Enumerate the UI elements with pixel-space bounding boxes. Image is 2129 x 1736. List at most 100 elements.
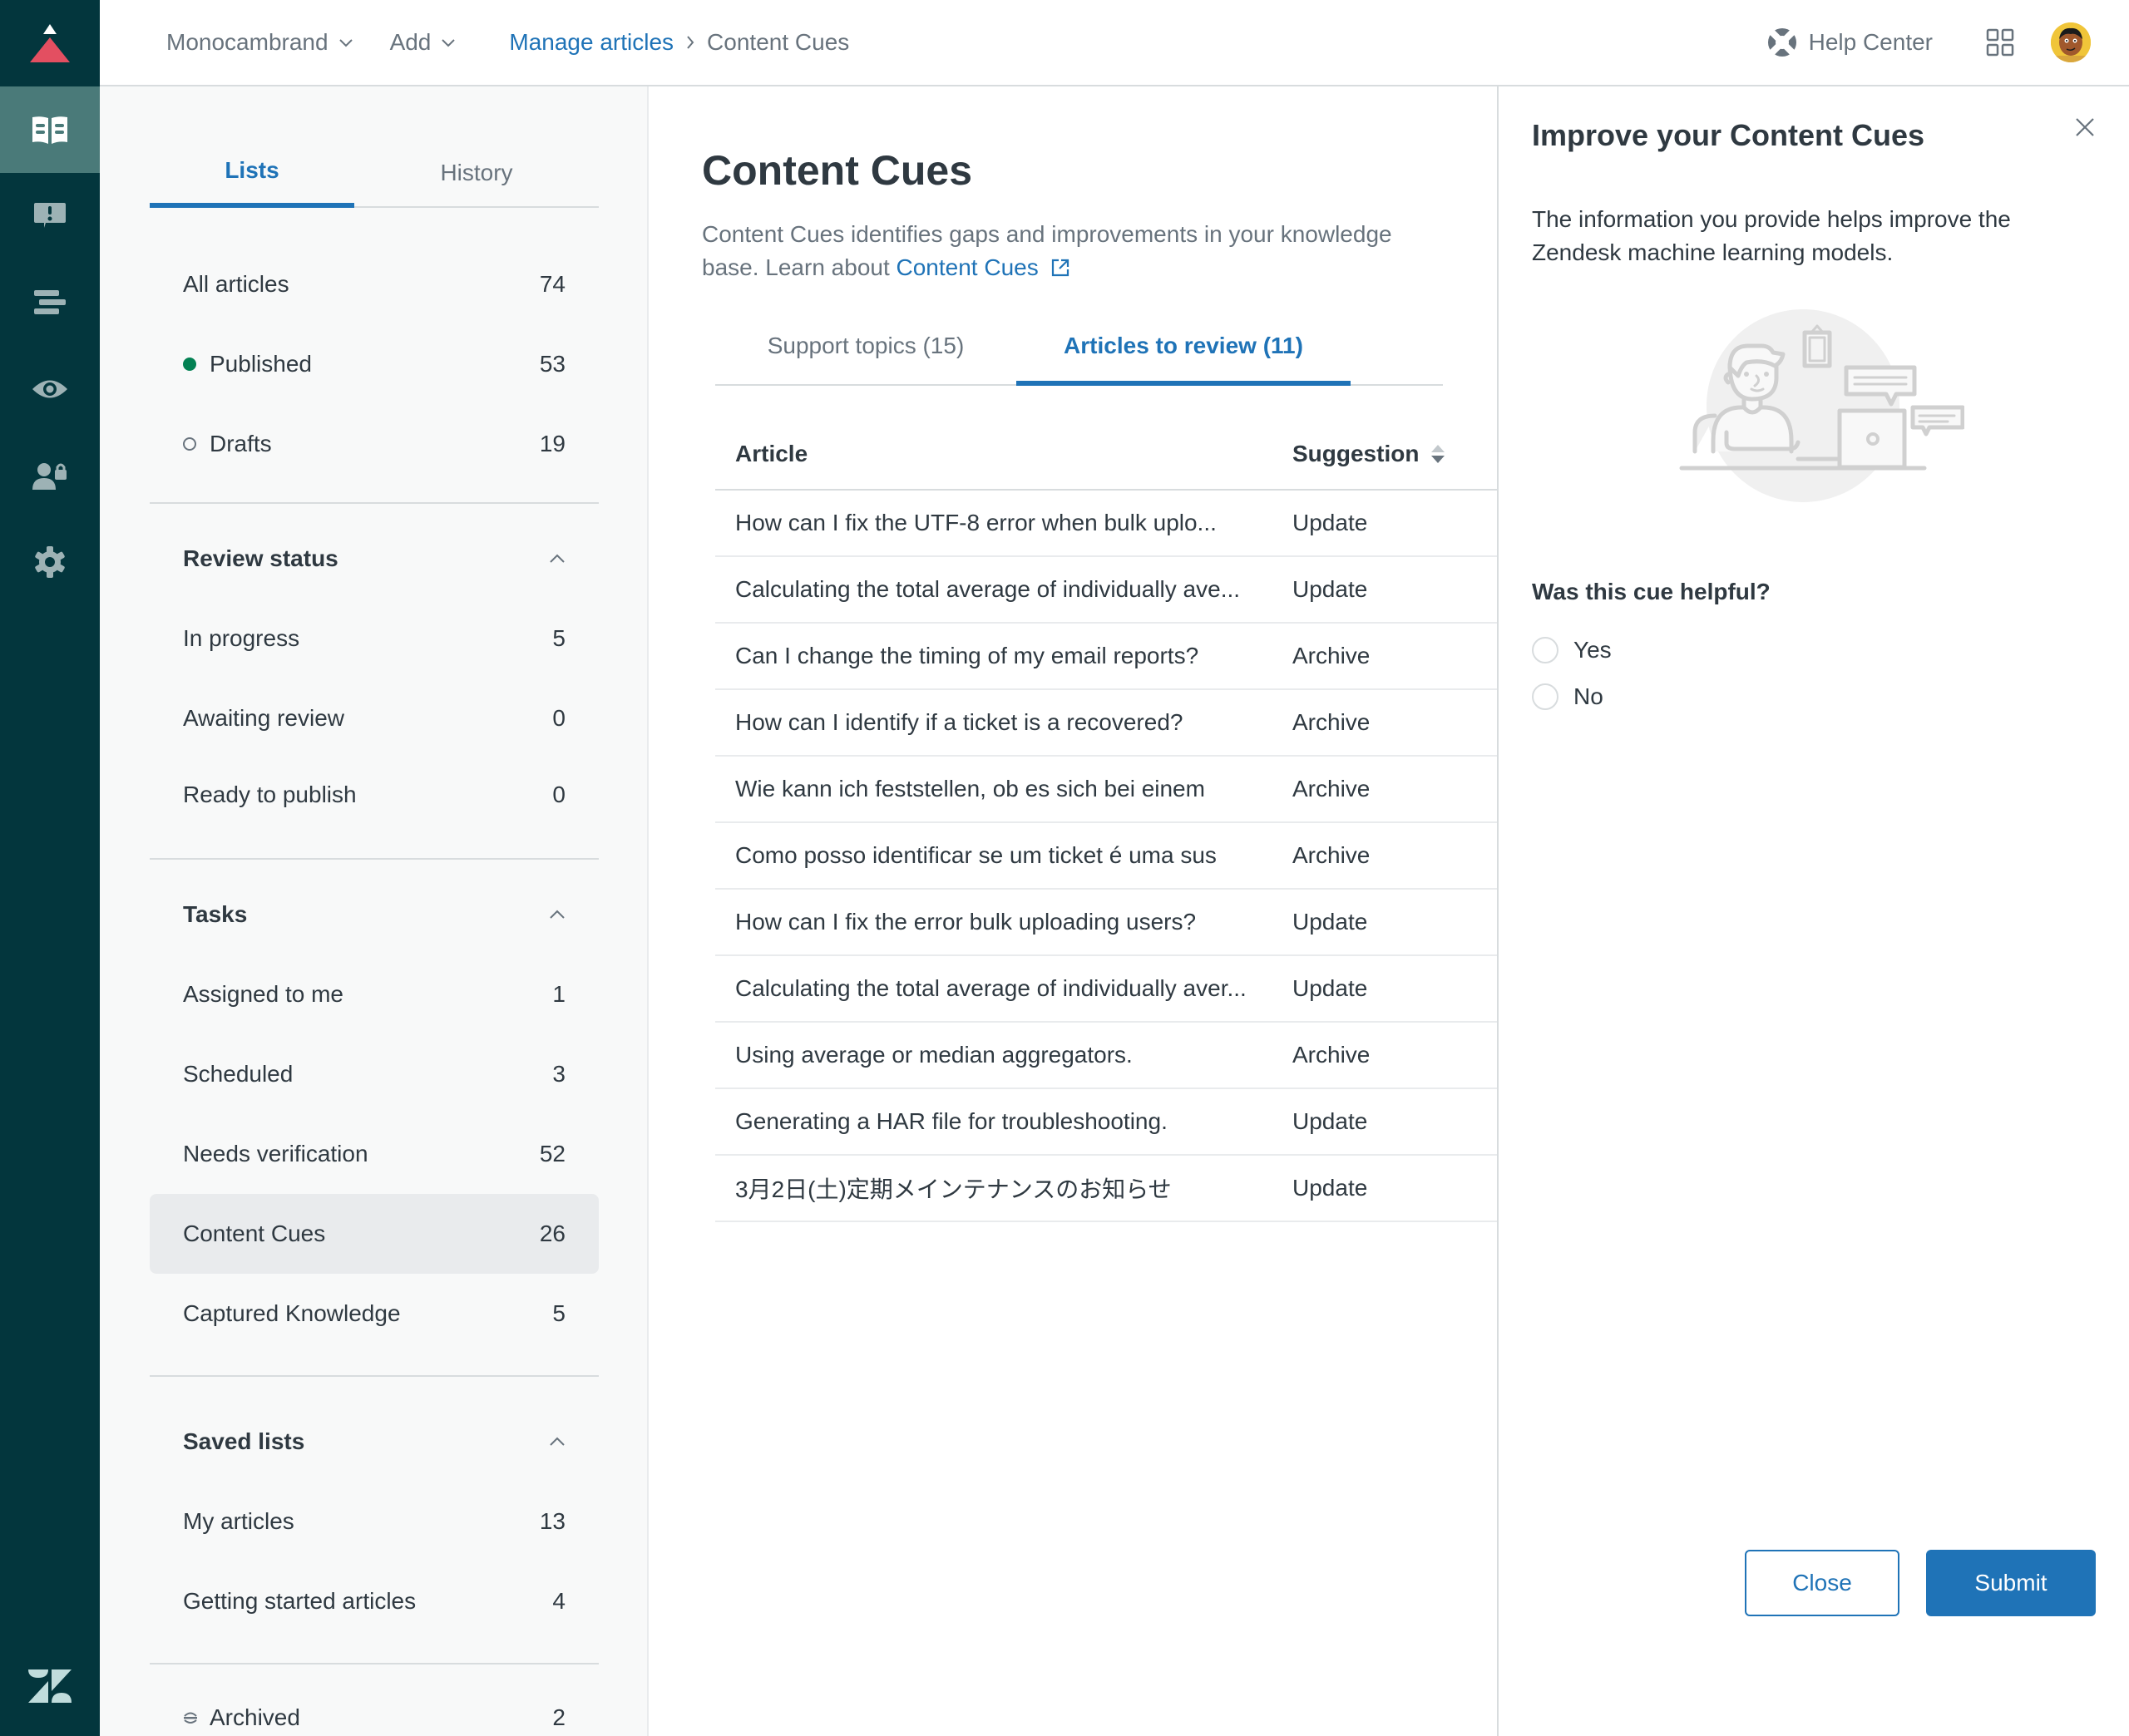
- sidebar-item-ready-to-publish[interactable]: Ready to publish 0: [150, 758, 599, 831]
- table-row[interactable]: Calculating the total average of individ…: [715, 956, 1497, 1023]
- article-title[interactable]: Calculating the total average of individ…: [715, 975, 1292, 1002]
- article-title[interactable]: Calculating the total average of individ…: [715, 576, 1292, 603]
- section-tasks[interactable]: Tasks: [150, 875, 599, 954]
- submit-button[interactable]: Submit: [1926, 1550, 2096, 1616]
- close-button[interactable]: Close: [1745, 1550, 1899, 1616]
- suggestion-value: Archive: [1292, 643, 1371, 668]
- sidebar-item-label: My articles: [183, 1508, 294, 1534]
- article-title[interactable]: Como posso identificar se um ticket é um…: [715, 842, 1292, 869]
- add-menu[interactable]: Add: [390, 29, 457, 56]
- sidebar-item-all-articles[interactable]: All articles 74: [150, 244, 599, 324]
- table-row[interactable]: Can I change the timing of my email repo…: [715, 624, 1497, 690]
- sidebar-item-count: 74: [539, 271, 566, 297]
- sidebar-item-scheduled[interactable]: Scheduled 3: [150, 1034, 599, 1114]
- article-title[interactable]: How can I fix the error bulk uploading u…: [715, 909, 1292, 935]
- helpful-question: Was this cue helpful?: [1532, 579, 1771, 604]
- table-header: Article Suggestion: [715, 419, 1497, 491]
- sidebar-item-count: 1: [552, 981, 566, 1007]
- nav-item-settings[interactable]: [0, 519, 100, 605]
- article-title[interactable]: Generating a HAR file for troubleshootin…: [715, 1108, 1292, 1135]
- radio-yes[interactable]: Yes: [1532, 637, 1612, 663]
- sidebar-item-needs-verification[interactable]: Needs verification 52: [150, 1114, 599, 1194]
- main-content: Content Cues Content Cues identifies gap…: [649, 86, 1497, 1736]
- sidebar-item-label: Captured Knowledge: [183, 1300, 401, 1326]
- article-title[interactable]: Wie kann ich feststellen, ob es sich bei…: [715, 776, 1292, 802]
- sidebar-item-label: Assigned to me: [183, 981, 343, 1007]
- chevron-down-icon: [338, 39, 353, 47]
- brand-menu[interactable]: Monocambrand: [166, 29, 353, 56]
- sidebar-item-in-progress[interactable]: In progress 5: [150, 599, 599, 678]
- close-icon[interactable]: [2074, 116, 2096, 138]
- section-review-status[interactable]: Review status: [150, 519, 599, 599]
- nav-item-permissions[interactable]: [0, 432, 100, 519]
- article-title[interactable]: Can I change the timing of my email repo…: [715, 643, 1292, 669]
- sidebar-item-my-articles[interactable]: My articles 13: [150, 1482, 599, 1561]
- table-row[interactable]: 3月2日(土)定期メインテナンスのお知らせ Update: [715, 1156, 1497, 1222]
- article-title[interactable]: How can I identify if a ticket is a reco…: [715, 709, 1292, 736]
- tab-history[interactable]: History: [354, 138, 599, 206]
- add-menu-label: Add: [389, 29, 432, 55]
- chevron-up-icon: [550, 1437, 565, 1446]
- column-suggestion[interactable]: Suggestion: [1292, 441, 1497, 467]
- published-dot-icon: [183, 358, 196, 371]
- sidebar-item-captured-knowledge[interactable]: Captured Knowledge 5: [150, 1274, 599, 1354]
- radio-yes-button[interactable]: [1532, 637, 1558, 663]
- section-title: Review status: [183, 545, 338, 571]
- panel-title: Improve your Content Cues: [1532, 118, 1925, 152]
- zendesk-logo[interactable]: [0, 1669, 100, 1703]
- sidebar-item-assigned-to-me[interactable]: Assigned to me 1: [150, 954, 599, 1034]
- radio-no-button[interactable]: [1532, 683, 1558, 710]
- sidebar-item-label: Published: [210, 351, 312, 377]
- sidebar-item-label: Archived: [210, 1704, 300, 1730]
- table-row[interactable]: How can I fix the UTF-8 error when bulk …: [715, 491, 1497, 557]
- table-row[interactable]: Como posso identificar se um ticket é um…: [715, 823, 1497, 890]
- divider: [150, 1375, 599, 1377]
- sidebar-item-count: 26: [539, 1221, 566, 1246]
- apps-grid-icon[interactable]: [1986, 28, 2014, 57]
- lifebuoy-icon: [1767, 28, 1796, 57]
- user-avatar[interactable]: [2051, 22, 2091, 62]
- external-link-icon: [1051, 259, 1069, 277]
- sort-icon[interactable]: [1430, 444, 1445, 464]
- breadcrumb: Manage articles Content Cues: [509, 29, 849, 56]
- sidebar-item-archived[interactable]: Archived 2: [150, 1678, 599, 1736]
- sidebar-item-awaiting-review[interactable]: Awaiting review 0: [150, 678, 599, 758]
- table-row[interactable]: Wie kann ich feststellen, ob es sich bei…: [715, 757, 1497, 823]
- brand-menu-label: Monocambrand: [166, 29, 328, 55]
- learn-more-link[interactable]: Content Cues: [897, 254, 1070, 280]
- table-row[interactable]: Generating a HAR file for troubleshootin…: [715, 1089, 1497, 1156]
- sidebar-item-content-cues[interactable]: Content Cues 26: [150, 1194, 599, 1274]
- table-row[interactable]: Using average or median aggregators. Arch…: [715, 1023, 1497, 1089]
- table-row[interactable]: How can I fix the error bulk uploading u…: [715, 890, 1497, 956]
- sidebar-item-published[interactable]: Published 53: [150, 324, 599, 404]
- suggestion-value: Update: [1292, 975, 1368, 1001]
- sidebar-item-count: 53: [539, 351, 566, 377]
- tab-support-topics[interactable]: Support topics (15): [715, 311, 1016, 384]
- sidebar-item-count: 19: [539, 431, 566, 456]
- chevron-up-icon: [550, 554, 565, 563]
- guide-logo[interactable]: [0, 0, 100, 86]
- nav-item-knowledge[interactable]: [0, 86, 100, 173]
- radio-no[interactable]: No: [1532, 683, 1603, 710]
- tab-articles-to-review[interactable]: Articles to review (11): [1016, 311, 1351, 386]
- sidebar-item-count: 0: [552, 705, 566, 731]
- nav-item-alerts[interactable]: [0, 173, 100, 259]
- radio-yes-label: Yes: [1573, 637, 1612, 663]
- draft-circle-icon: [183, 437, 196, 451]
- sidebar-item-label: Awaiting review: [183, 705, 345, 731]
- suggestion-value: Archive: [1292, 776, 1371, 801]
- article-title[interactable]: 3月2日(土)定期メインテナンスのお知らせ: [715, 1171, 1292, 1205]
- table-row[interactable]: How can I identify if a ticket is a reco…: [715, 690, 1497, 757]
- article-title[interactable]: Using average or median aggregators.: [715, 1042, 1292, 1068]
- table-row[interactable]: Calculating the total average of individ…: [715, 557, 1497, 624]
- breadcrumb-manage-articles[interactable]: Manage articles: [509, 29, 674, 56]
- sidebar-item-drafts[interactable]: Drafts 19: [150, 404, 599, 484]
- section-saved-lists[interactable]: Saved lists: [150, 1402, 599, 1482]
- nav-item-view[interactable]: [0, 346, 100, 432]
- tab-lists[interactable]: Lists: [150, 138, 354, 208]
- nav-item-arrange[interactable]: [0, 259, 100, 346]
- article-title[interactable]: How can I fix the UTF-8 error when bulk …: [715, 510, 1292, 536]
- help-center-link[interactable]: Help Center: [1767, 27, 1933, 57]
- top-header: Monocambrand Add Manage articles Content…: [100, 0, 2129, 86]
- sidebar-item-getting-started[interactable]: Getting started articles 4: [150, 1561, 599, 1641]
